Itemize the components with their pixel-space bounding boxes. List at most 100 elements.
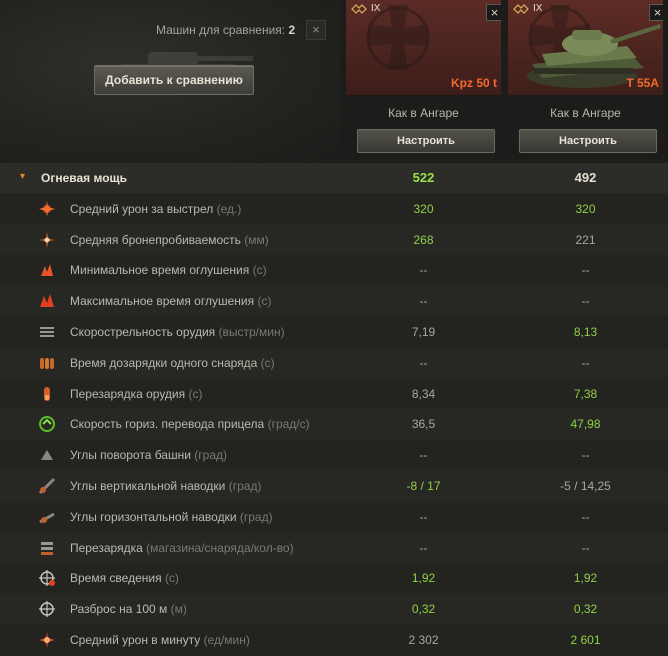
- table-row: Перезарядка орудия (с) 8,34 7,38: [0, 378, 668, 410]
- row-value-1: 36,5: [411, 417, 436, 432]
- table-row: Максимальное время оглушения (с) -- --: [0, 286, 668, 317]
- row-label: Разброс на 100 м (м): [70, 602, 187, 616]
- row-label-text: Углы горизонтальной наводки: [70, 509, 237, 524]
- vehicle-name-1: Kpz 50 t: [450, 76, 497, 90]
- row-value-1: --: [419, 509, 428, 524]
- row-label-text: Минимальное время оглушения: [70, 263, 250, 278]
- configure-vehicle-1-button[interactable]: Настроить: [357, 129, 495, 153]
- row-label-text: Время дозарядки одного снаряда: [70, 355, 258, 370]
- table-row: Углы горизонтальной наводки (град) -- --: [0, 501, 668, 533]
- row-value-2: 2 601: [570, 632, 601, 647]
- row-value-2: 221: [575, 232, 596, 247]
- table-row: Углы поворота башни (град) -- --: [0, 440, 668, 471]
- row-label-text: Углы вертикальной наводки: [70, 478, 226, 493]
- row-value-2: 0,32: [573, 602, 598, 617]
- row-value-1: 268: [413, 232, 434, 247]
- section-value-1: 522: [412, 170, 435, 185]
- chevron-down-icon[interactable]: ▾: [20, 171, 25, 182]
- row-value-2: 8,13: [573, 324, 598, 339]
- compare-count-label: Машин для сравнения:: [156, 23, 286, 37]
- dpm-icon: [39, 631, 55, 648]
- row-value-2: 47,98: [570, 417, 601, 432]
- table-row: Время дозарядки одного снаряда (с) -- --: [0, 347, 668, 379]
- row-label-text: Средний урон в минуту: [70, 632, 201, 647]
- row-label: Средняя бронепробиваемость (мм): [70, 233, 269, 247]
- table-row: Средняя бронепробиваемость (мм) 268 221: [0, 224, 668, 256]
- nation-germany-icon: [351, 4, 367, 14]
- intra-clip-reload-icon: [40, 357, 54, 369]
- row-label-unit: (град): [194, 448, 227, 463]
- section-title: Огневая мощь: [41, 171, 128, 185]
- row-label-unit: (с): [188, 386, 203, 401]
- row-value-1: 320: [413, 201, 434, 216]
- row-label-unit: (с): [260, 355, 275, 370]
- dispersion-icon: [39, 601, 55, 618]
- row-label-unit: (с): [257, 294, 272, 309]
- table-row: Минимальное время оглушения (с) -- --: [0, 255, 668, 287]
- row-label: Углы поворота башни (град): [70, 448, 227, 462]
- row-value-2: --: [581, 294, 590, 309]
- row-value-1: --: [419, 263, 428, 278]
- clear-compare-button[interactable]: ×: [306, 20, 326, 40]
- reload-icon: [44, 386, 50, 401]
- vehicle-column-1: IX × Kpz 50 t Как в Ангаре Настроить: [346, 0, 501, 163]
- row-value-2: --: [581, 355, 590, 370]
- parameters-table: ▾ Огневая мощь 522 492 Средний урон за в…: [0, 163, 668, 656]
- row-label-unit: (ед/мин): [203, 632, 250, 647]
- row-label: Углы горизонтальной наводки (град): [70, 510, 273, 524]
- configure-vehicle-2-button[interactable]: Настроить: [519, 129, 657, 153]
- row-label-text: Время сведения: [70, 571, 162, 586]
- row-value-2: 1,92: [573, 571, 598, 586]
- row-label: Минимальное время оглушения (с): [70, 263, 267, 277]
- row-value-2: --: [581, 263, 590, 278]
- row-value-1: --: [419, 540, 428, 555]
- row-label-text: Разброс на 100 м: [70, 602, 168, 617]
- table-row: Скорострельность орудия (выстр/мин) 7,19 8…: [0, 316, 668, 348]
- table-row: Средний урон в минуту (ед/мин) 2 302 2 601: [0, 624, 668, 656]
- traverse-speed-icon: [39, 416, 55, 433]
- table-row: Перезарядка (магазина/снаряда/кол-во) -- -…: [0, 532, 668, 564]
- row-value-1: 0,32: [411, 602, 436, 617]
- row-label: Средний урон в минуту (ед/мин): [70, 633, 250, 647]
- row-value-2: -5 / 14,25: [560, 478, 611, 493]
- row-label: Время сведения (с): [70, 571, 179, 585]
- row-value-1: 8,34: [411, 386, 436, 401]
- row-label-unit: (выстр/мин): [218, 324, 285, 339]
- section-firepower[interactable]: ▾ Огневая мощь 522 492: [0, 163, 668, 194]
- row-label-text: Средний урон за выстрел: [70, 201, 214, 216]
- vehicle-config-1: Как в Ангаре: [388, 106, 459, 120]
- aim-time-icon: [39, 570, 55, 587]
- row-label-unit: (м): [170, 602, 187, 617]
- compare-summary-panel: Машин для сравнения: 2 × Добавить к срав…: [0, 0, 340, 163]
- row-label: Средний урон за выстрел (ед.): [70, 202, 241, 216]
- add-to-compare-button[interactable]: Добавить к сравнению: [94, 65, 254, 95]
- row-value-2: --: [581, 448, 590, 463]
- table-row: Время сведения (с) 1,92 1,92: [0, 563, 668, 595]
- remove-vehicle-1-button[interactable]: ×: [486, 4, 501, 21]
- row-label-unit: (с): [164, 571, 179, 586]
- turret-angles-icon: [41, 450, 53, 461]
- row-value-2: --: [581, 540, 590, 555]
- damage-icon: [39, 200, 55, 217]
- stun-min-icon: [41, 264, 53, 277]
- row-label: Время дозарядки одного снаряда (с): [70, 356, 275, 370]
- table-row: Разброс на 100 м (м) 0,32 0,32: [0, 594, 668, 625]
- row-label-unit: (град): [228, 478, 262, 493]
- row-label: Скорость гориз. перевода прицела (град/с…: [70, 417, 310, 431]
- row-label: Скорострельность орудия (выстр/мин): [70, 325, 285, 339]
- row-value-2: --: [581, 509, 590, 524]
- row-value-1: -8 / 17: [406, 478, 441, 493]
- row-label-text: Перезарядка орудия: [70, 386, 186, 401]
- vehicle-image-1[interactable]: IX × Kpz 50 t: [346, 0, 501, 95]
- row-label-unit: (град/с): [267, 417, 310, 432]
- row-label-text: Углы поворота башни: [70, 448, 191, 463]
- row-label-text: Скорость гориз. перевода прицела: [70, 417, 265, 432]
- rate-of-fire-icon: [40, 326, 54, 337]
- vehicle-image-2[interactable]: IX × T 55A: [508, 0, 663, 95]
- row-value-1: 1,92: [411, 571, 436, 586]
- row-label: Перезарядка орудия (с): [70, 387, 202, 401]
- compare-count: Машин для сравнения: 2: [156, 23, 295, 37]
- remove-vehicle-2-button[interactable]: ×: [649, 4, 663, 21]
- row-label-text: Перезарядка: [70, 540, 143, 555]
- vehicle-tier-2: IX: [533, 3, 543, 14]
